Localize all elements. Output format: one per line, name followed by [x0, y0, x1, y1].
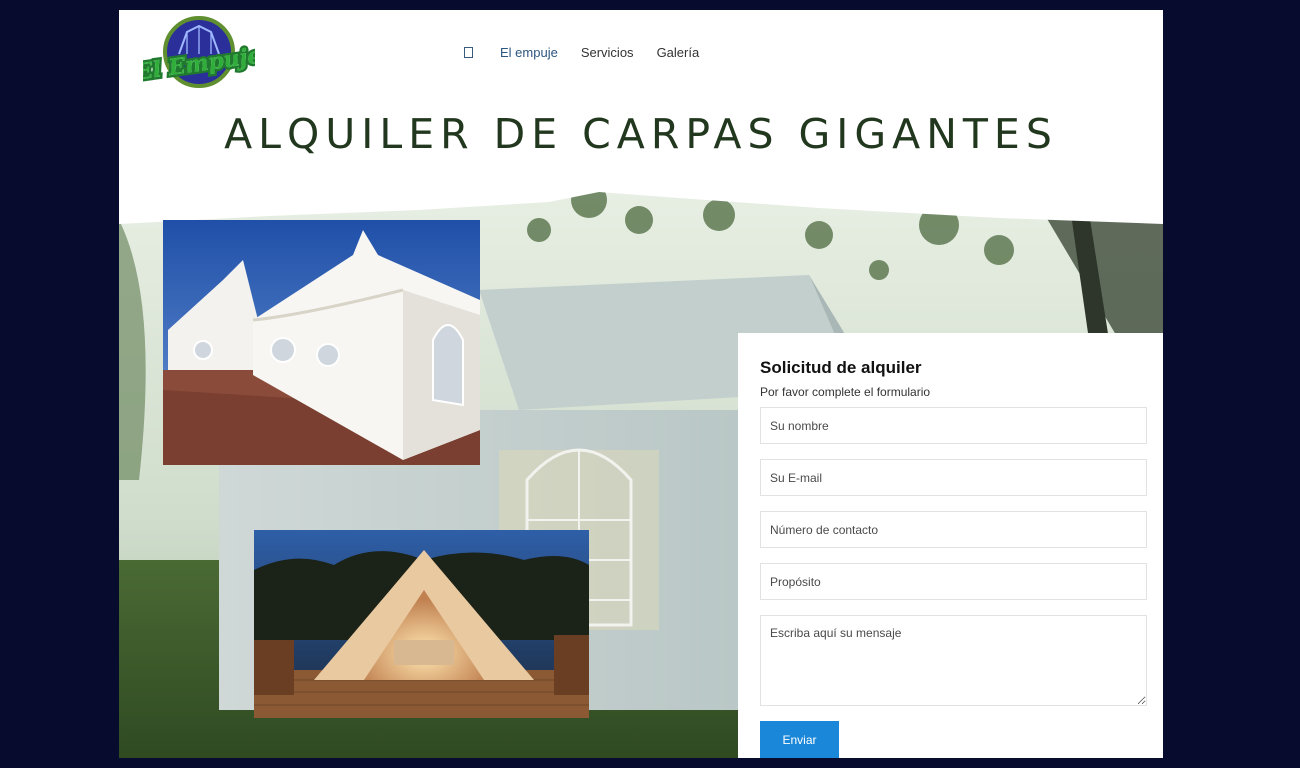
page-headline: ALQUILER DE CARPAS GIGANTES	[224, 110, 1058, 158]
nav-item-el-empuje[interactable]: El empuje	[500, 45, 558, 60]
name-input[interactable]	[760, 407, 1147, 444]
email-input[interactable]	[760, 459, 1147, 496]
rental-request-form: Solicitud de alquiler Por favor complete…	[738, 333, 1163, 758]
nav-item-servicios[interactable]: Servicios	[581, 45, 634, 60]
purpose-input[interactable]	[760, 563, 1147, 600]
nav-item-galeria[interactable]: Galería	[657, 45, 700, 60]
home-icon[interactable]	[464, 47, 473, 58]
pagoda-tent-photo	[163, 220, 480, 465]
glamping-tent-photo	[254, 530, 589, 718]
form-title: Solicitud de alquiler	[760, 358, 922, 377]
message-textarea[interactable]	[760, 615, 1147, 706]
submit-button[interactable]: Enviar	[760, 721, 839, 758]
phone-input[interactable]	[760, 511, 1147, 548]
main-nav: El empuje Servicios Galería	[464, 45, 722, 60]
form-subtitle: Por favor complete el formulario	[760, 385, 931, 399]
page: El Empuje El Empuje El empuje Servicios …	[119, 10, 1163, 758]
brand-logo[interactable]: El Empuje El Empuje	[131, 16, 266, 90]
